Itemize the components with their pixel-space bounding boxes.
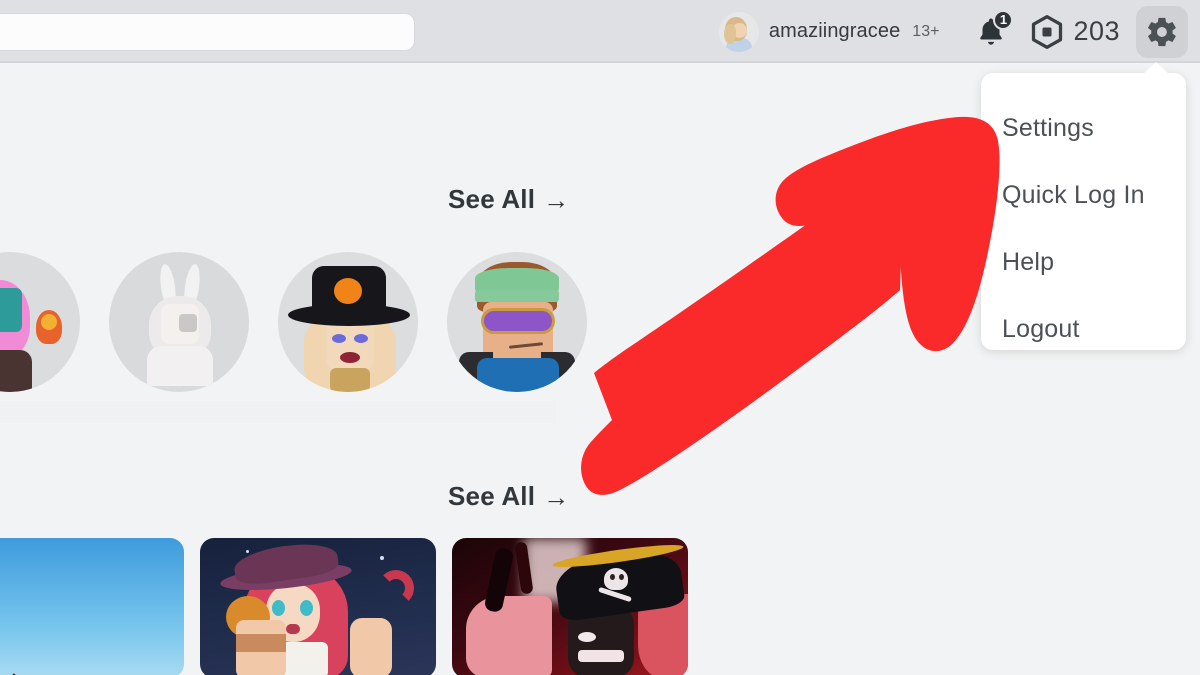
see-all-label: See All xyxy=(448,481,536,511)
friends-carousel xyxy=(0,252,587,392)
robux-balance[interactable]: 203 xyxy=(1029,14,1120,50)
robux-icon xyxy=(1032,14,1063,49)
dropdown-caret-icon xyxy=(1143,62,1169,74)
menu-item-help[interactable]: Help xyxy=(981,229,1186,296)
see-all-games[interactable]: See All → xyxy=(448,481,569,512)
game-tile-3[interactable] xyxy=(452,538,688,675)
game-tile-2[interactable] xyxy=(200,538,436,675)
user-avatar xyxy=(718,11,759,52)
settings-button[interactable] xyxy=(1136,5,1188,58)
dropdown-item-list: Settings Quick Log In Help Logout xyxy=(981,73,1186,363)
game-tile-1[interactable] xyxy=(0,538,184,675)
age-rating-label: 13+ xyxy=(912,22,940,40)
see-all-friends[interactable]: See All → xyxy=(448,184,569,215)
friend-avatar-1[interactable] xyxy=(0,252,80,392)
robux-amount: 203 xyxy=(1073,16,1120,46)
notifications-button[interactable]: 1 xyxy=(967,8,1015,56)
settings-dropdown-menu: Settings Quick Log In Help Logout xyxy=(981,62,1186,350)
gear-icon xyxy=(1148,17,1176,46)
app-screen: See All → See All → amaziingracee 13+ 1 … xyxy=(0,0,1200,675)
see-all-label: See All xyxy=(448,184,536,214)
games-carousel xyxy=(0,538,688,675)
friend-avatar-2[interactable] xyxy=(109,252,249,392)
search-input[interactable]: h xyxy=(0,13,415,51)
friend-name-strip xyxy=(0,401,556,423)
menu-item-logout[interactable]: Logout xyxy=(981,296,1186,363)
menu-item-settings[interactable]: Settings xyxy=(981,95,1186,162)
friend-avatar-4[interactable] xyxy=(447,252,587,392)
notification-badge: 1 xyxy=(993,9,1014,30)
user-profile-chip[interactable]: amaziingracee 13+ xyxy=(718,7,954,57)
friend-avatar-3[interactable] xyxy=(278,252,418,392)
header-right-controls: amaziingracee 13+ 1 203 xyxy=(718,0,1192,63)
top-navigation-bar: h amaziingracee 13+ 1 xyxy=(0,0,1200,63)
menu-item-quick-log-in[interactable]: Quick Log In xyxy=(981,162,1186,229)
username-label: amaziingracee xyxy=(768,20,901,42)
arrow-right-icon: → xyxy=(543,481,570,512)
arrow-right-icon: → xyxy=(543,184,570,215)
